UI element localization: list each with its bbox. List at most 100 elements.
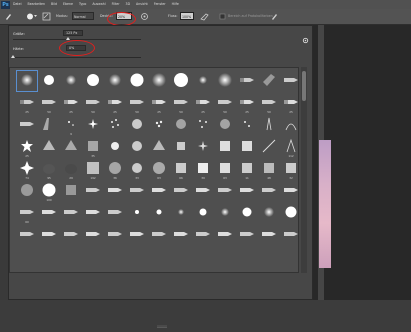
history-checkbox[interactable] [218, 12, 227, 21]
brush-preset[interactable]: 29 [60, 158, 82, 180]
brush-preset[interactable] [16, 224, 38, 246]
menu-ansicht[interactable]: Ansicht [136, 0, 148, 9]
brush-preset[interactable]: 25 [148, 92, 170, 114]
brush-preset[interactable]: 63 [148, 158, 170, 180]
brush-preset[interactable] [60, 180, 82, 202]
brush-preset[interactable] [258, 180, 280, 202]
brush-preset[interactable] [16, 114, 38, 136]
brush-preset[interactable] [60, 70, 82, 92]
brush-preset[interactable] [60, 136, 82, 158]
brush-panel-toggle-icon[interactable] [42, 12, 51, 21]
brush-preset[interactable] [258, 224, 280, 246]
brush-preset[interactable] [280, 224, 298, 246]
brush-preset[interactable] [280, 202, 298, 224]
brush-preset[interactable] [60, 202, 82, 224]
brush-preset[interactable]: 25 [236, 92, 258, 114]
brush-preset[interactable] [214, 114, 236, 136]
brush-preset[interactable] [236, 114, 258, 136]
brush-preset[interactable] [126, 114, 148, 136]
brush-preset[interactable] [148, 224, 170, 246]
brush-preset[interactable]: 39 [192, 158, 214, 180]
brush-preset[interactable] [192, 224, 214, 246]
brush-preset[interactable] [192, 70, 214, 92]
brush-preset[interactable] [104, 180, 126, 202]
brush-preset[interactable] [148, 202, 170, 224]
scrollbar-thumb[interactable] [302, 71, 306, 101]
brush-preset[interactable]: 25 [16, 136, 38, 158]
brush-preset[interactable]: 50 [126, 92, 148, 114]
brush-preset[interactable] [126, 70, 148, 92]
airbrush-icon[interactable] [200, 12, 209, 21]
brush-preset[interactable]: 36 [104, 158, 126, 180]
brush-preset[interactable]: 25 [60, 92, 82, 114]
brush-preset[interactable] [126, 224, 148, 246]
brush-preset[interactable] [170, 70, 192, 92]
brush-preset[interactable] [82, 202, 104, 224]
brush-preset[interactable]: 50 [170, 92, 192, 114]
size-field[interactable]: 125 Px [63, 30, 83, 36]
brush-preset[interactable] [126, 180, 148, 202]
brush-preset[interactable] [192, 180, 214, 202]
brush-preset[interactable] [16, 180, 38, 202]
brush-preset[interactable] [236, 70, 258, 92]
menu-ebene[interactable]: Ebene [63, 0, 73, 9]
brush-preset[interactable]: 33 [126, 158, 148, 180]
brush-preset[interactable] [38, 224, 60, 246]
brush-preset[interactable] [148, 136, 170, 158]
brush-preset[interactable] [104, 70, 126, 92]
brush-preset[interactable] [192, 202, 214, 224]
brush-preset[interactable] [82, 224, 104, 246]
brush-preset[interactable] [82, 180, 104, 202]
brush-preset[interactable]: 11 [236, 158, 258, 180]
pressure-size-icon[interactable] [270, 12, 279, 21]
brush-preset[interactable]: 112 [280, 136, 298, 158]
brush-preset[interactable]: 50 [258, 92, 280, 114]
brush-preset[interactable] [148, 70, 170, 92]
brush-preset[interactable]: 50 [38, 92, 60, 114]
brush-preset[interactable] [148, 180, 170, 202]
brush-preset[interactable] [38, 136, 60, 158]
brush-preset[interactable] [38, 114, 60, 136]
gear-icon[interactable] [302, 29, 309, 44]
menu-bearbeiten[interactable]: Bearbeiten [28, 0, 46, 9]
menu-3d[interactable]: 3D [126, 0, 130, 9]
brush-preset[interactable]: 66 [170, 158, 192, 180]
hardness-slider-thumb[interactable] [11, 55, 15, 58]
brush-preset[interactable] [38, 202, 60, 224]
brush-preset[interactable]: 48 [258, 158, 280, 180]
brush-preset[interactable] [280, 70, 298, 92]
brush-preset[interactable] [236, 202, 258, 224]
brush-preset[interactable]: 25 [16, 92, 38, 114]
menu-auswahl[interactable]: Auswahl [92, 0, 105, 9]
brush-preset[interactable] [148, 114, 170, 136]
brush-preset[interactable]: 192 [82, 158, 104, 180]
brush-preset[interactable]: 9 [60, 114, 82, 136]
size-slider-thumb[interactable] [66, 37, 70, 40]
menu-fenster[interactable]: Fenster [154, 0, 166, 9]
brush-preset[interactable] [236, 136, 258, 158]
brush-preset[interactable] [104, 224, 126, 246]
brush-grid-scrollbar[interactable] [301, 67, 307, 273]
brush-preset[interactable] [280, 114, 298, 136]
brush-preset[interactable]: 63 [214, 158, 236, 180]
brush-preset[interactable] [170, 114, 192, 136]
brush-preset[interactable] [214, 224, 236, 246]
brush-preset[interactable]: 50 [214, 92, 236, 114]
brush-preset[interactable]: 50 [82, 92, 104, 114]
brush-preset[interactable] [126, 202, 148, 224]
menu-bild[interactable]: Bild [51, 0, 57, 9]
brush-preset[interactable] [82, 114, 104, 136]
brush-preset[interactable] [38, 70, 60, 92]
brush-preset[interactable]: 25 [192, 92, 214, 114]
menu-filter[interactable]: Filter [112, 0, 120, 9]
brush-preset[interactable] [170, 136, 192, 158]
brush-preset[interactable] [258, 202, 280, 224]
panel-resize-handle[interactable] [157, 313, 167, 328]
brush-preset[interactable] [104, 114, 126, 136]
brush-preset[interactable] [104, 136, 126, 158]
brush-preset[interactable] [214, 180, 236, 202]
brush-preset[interactable]: 35 [82, 136, 104, 158]
brush-preset[interactable] [280, 180, 298, 202]
menu-datei[interactable]: Datei [13, 0, 22, 9]
pressure-opacity-icon[interactable] [140, 12, 149, 21]
